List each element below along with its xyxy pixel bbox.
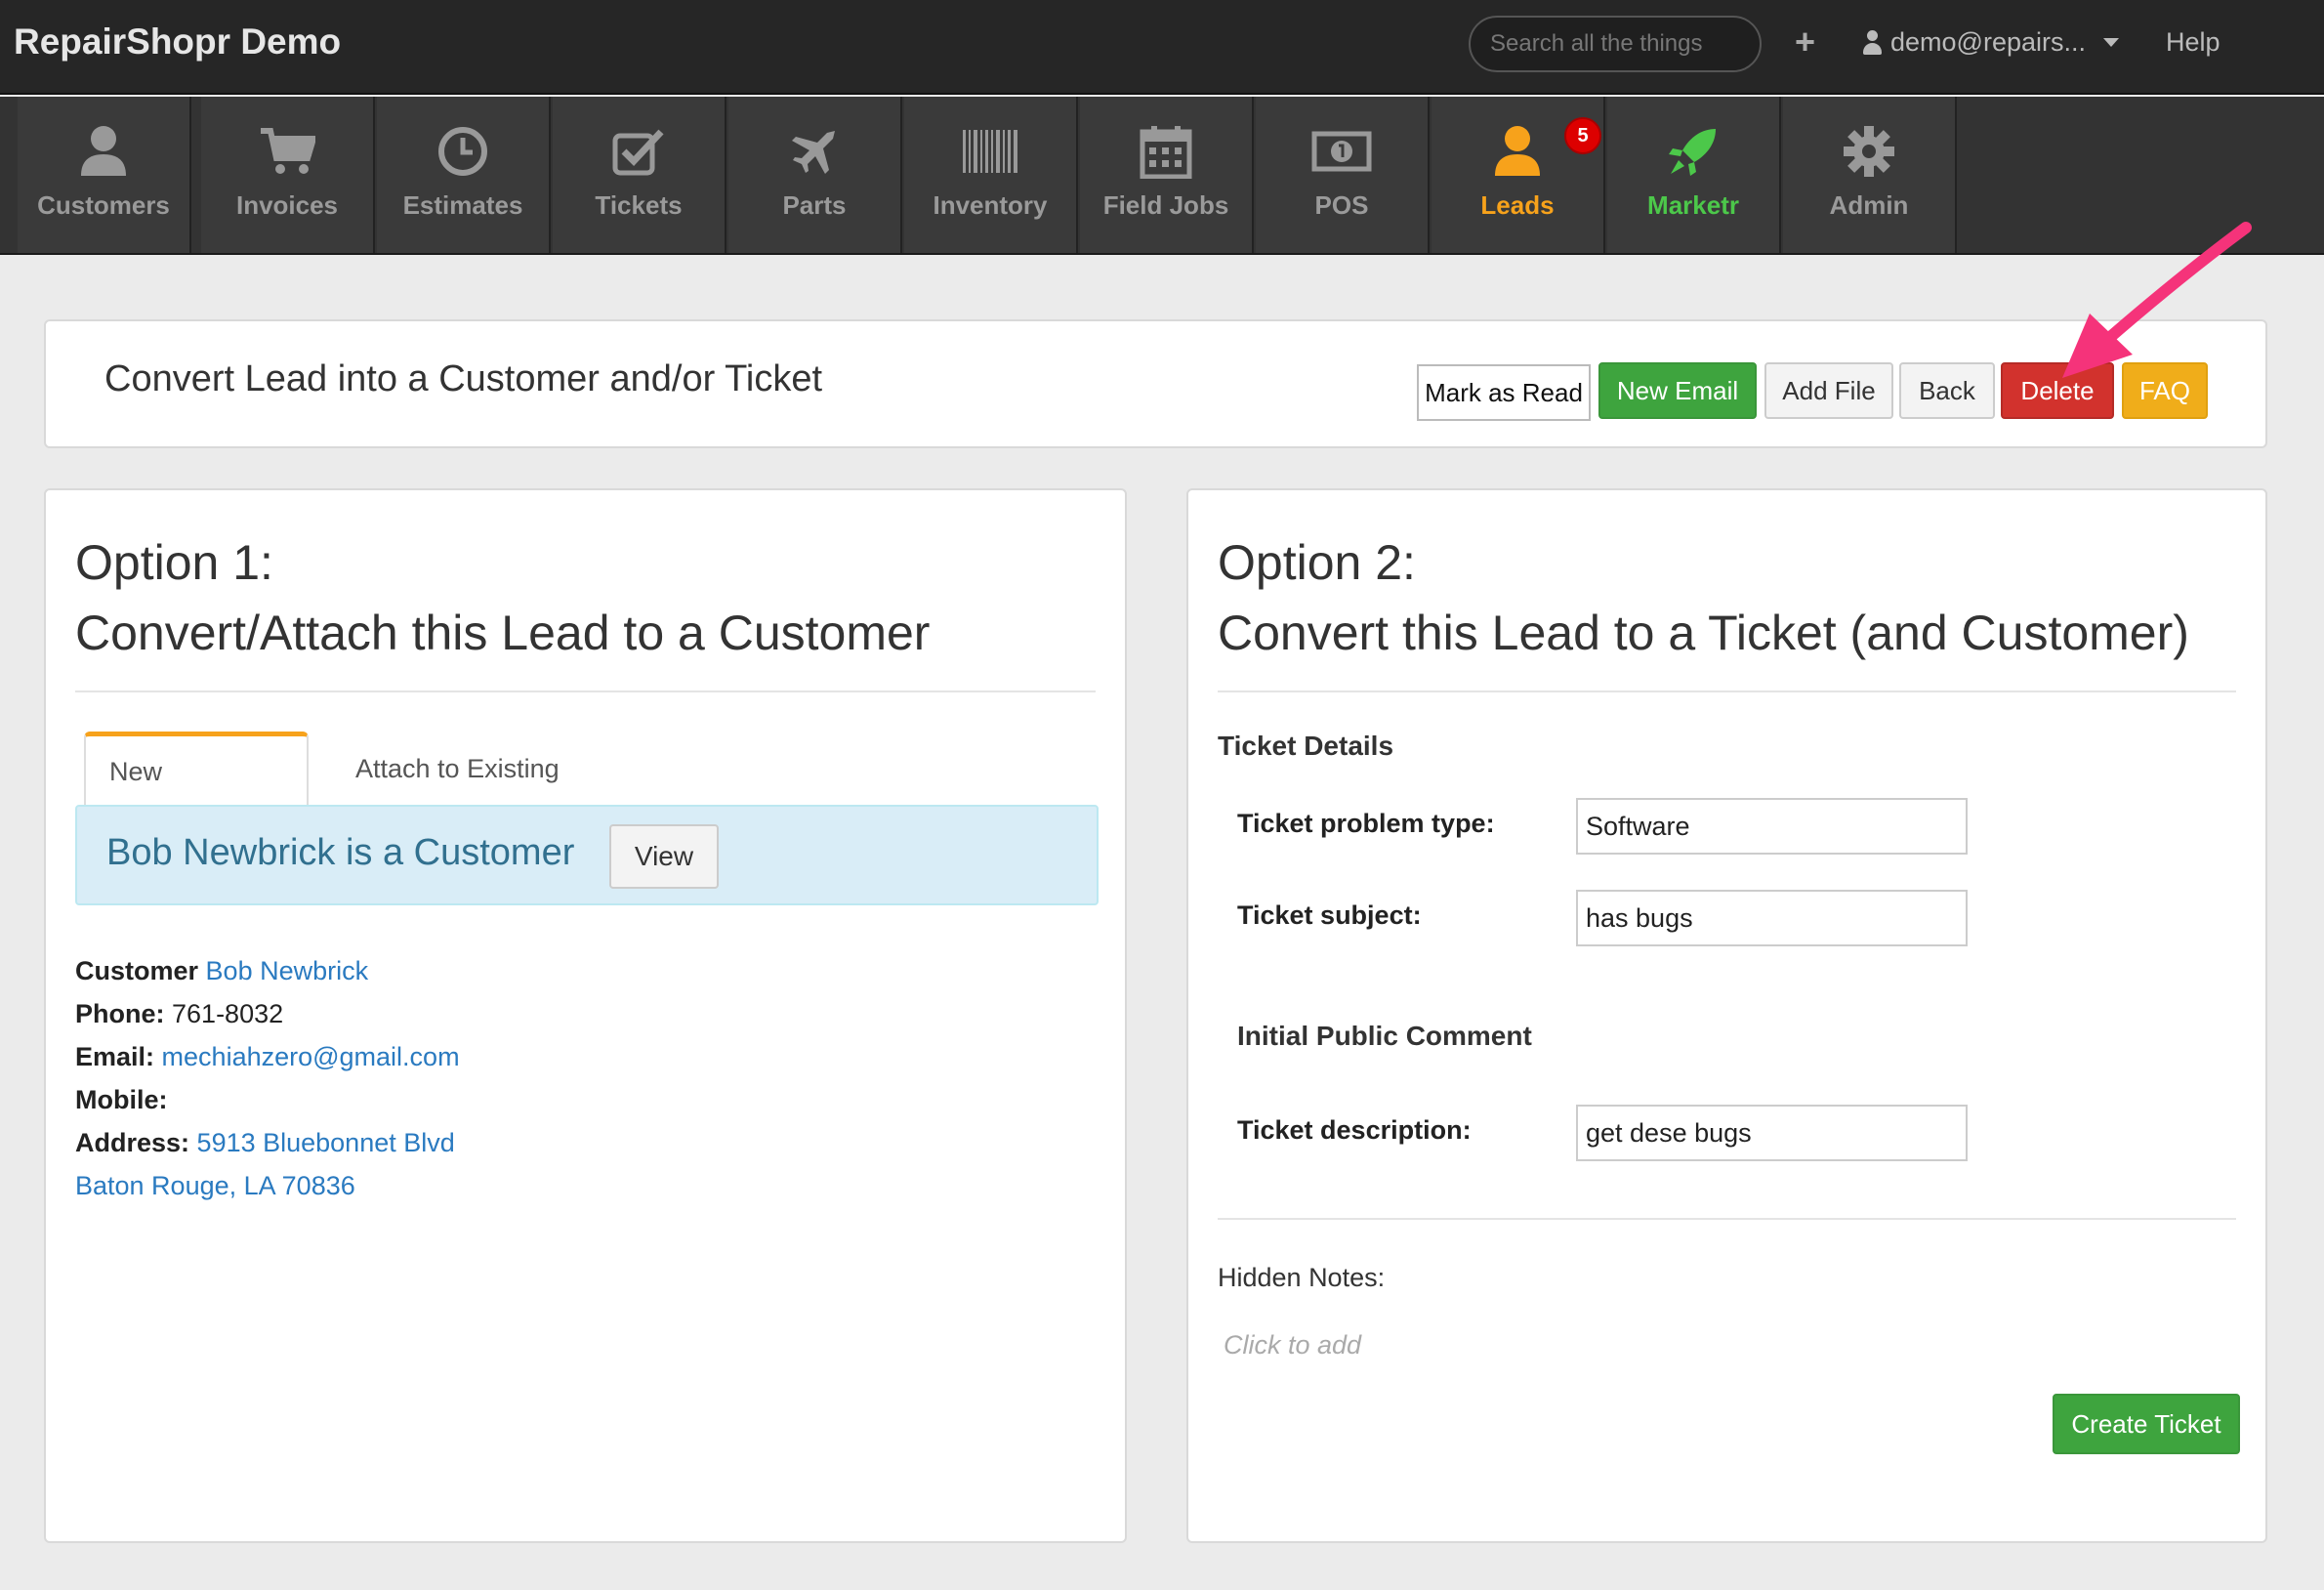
option1-title-line1: Option 1:	[75, 535, 273, 590]
nav-label: Admin	[1829, 190, 1909, 220]
subject-input[interactable]: has bugs	[1576, 890, 1968, 946]
money-icon	[1311, 131, 1372, 172]
divider	[1218, 690, 2236, 692]
address-label: Address:	[75, 1128, 190, 1157]
annotation-arrow	[2062, 222, 2252, 378]
address-line1-link[interactable]: 5913 Bluebonnet Blvd	[197, 1128, 455, 1157]
header-panel: Convert Lead into a Customer and/or Tick…	[44, 319, 2267, 448]
page-title: Convert Lead into a Customer and/or Tick…	[104, 358, 823, 399]
hidden-notes-label: Hidden Notes:	[1218, 1263, 1386, 1292]
option2-panel: Option 2: Convert this Lead to a Ticket …	[1186, 488, 2267, 1543]
nav-item-field-jobs[interactable]: Field Jobs	[1080, 97, 1254, 253]
initial-comment-heading: Initial Public Comment	[1237, 1021, 1532, 1051]
description-label: Ticket description:	[1237, 1115, 1472, 1145]
calendar-icon	[1140, 126, 1192, 179]
nav-label: Parts	[782, 190, 847, 220]
create-ticket-button[interactable]: Create Ticket	[2053, 1394, 2240, 1454]
view-button[interactable]: View	[609, 824, 719, 889]
plane-icon	[792, 131, 835, 174]
mark-as-read-button[interactable]: Mark as Read	[1417, 364, 1591, 421]
phone-label: Phone:	[75, 999, 165, 1028]
new-email-button[interactable]: New Email	[1598, 362, 1757, 419]
clock-icon	[438, 127, 487, 176]
nav-item-marketr[interactable]: Marketr	[1607, 97, 1781, 253]
option2-title: Option 2: Convert this Lead to a Ticket …	[1218, 527, 2189, 668]
nav-item-parts[interactable]: Parts	[728, 97, 902, 253]
divider	[75, 690, 1096, 692]
customer-info: Customer Bob Newbrick Phone: 761-8032 Em…	[75, 949, 460, 1207]
nav-label: Marketr	[1647, 190, 1739, 220]
nav-label: Leads	[1480, 190, 1555, 220]
user-icon	[81, 126, 126, 176]
nav-item-inventory[interactable]: Inventory	[904, 97, 1078, 253]
option1-title-line2: Convert/Attach this Lead to a Customer	[75, 606, 931, 660]
description-input[interactable]: get dese bugs	[1576, 1105, 1968, 1161]
alert-text: Bob Newbrick is a Customer	[106, 832, 575, 873]
nav-item-admin[interactable]: Admin	[1783, 97, 1957, 253]
option2-title-line2: Convert this Lead to a Ticket (and Custo…	[1218, 606, 2189, 660]
option2-title-line1: Option 2:	[1218, 535, 1416, 590]
nav-item-pos[interactable]: POS	[1256, 97, 1430, 253]
option1-title: Option 1: Convert/Attach this Lead to a …	[75, 527, 930, 668]
user-icon	[1495, 126, 1540, 176]
main-nav: Customers Invoices Estimates Tickets Par…	[0, 97, 2324, 255]
mobile-label: Mobile:	[75, 1085, 168, 1114]
add-file-button[interactable]: Add File	[1764, 362, 1893, 419]
hidden-notes-editable[interactable]: Click to add	[1224, 1330, 1361, 1360]
address-line2-link[interactable]: Baton Rouge, LA 70836	[75, 1171, 355, 1200]
nav-label: Field Jobs	[1102, 190, 1229, 220]
nav-label: POS	[1314, 190, 1369, 220]
option1-panel: Option 1: Convert/Attach this Lead to a …	[44, 488, 1127, 1543]
email-label: Email:	[75, 1042, 155, 1071]
add-icon[interactable]: +	[1795, 21, 1815, 63]
customer-label: Customer	[75, 956, 199, 985]
phone-value: 761-8032	[172, 999, 284, 1028]
customer-alert: Bob Newbrick is a Customer View	[75, 805, 1099, 905]
top-bar: RepairShopr Demo + demo@repairs... Help	[0, 0, 2324, 95]
leads-badge: 5	[1564, 117, 1601, 154]
nav-item-invoices[interactable]: Invoices	[201, 97, 375, 253]
problem-type-label: Ticket problem type:	[1237, 809, 1495, 838]
divider	[1218, 1218, 2236, 1220]
app-brand[interactable]: RepairShopr Demo	[14, 21, 341, 63]
nav-item-customers[interactable]: Customers	[18, 97, 191, 253]
rocket-icon	[1669, 129, 1716, 176]
help-link[interactable]: Help	[2166, 27, 2220, 58]
tab-attach-existing[interactable]: Attach to Existing	[332, 732, 583, 806]
nav-label: Invoices	[235, 190, 339, 220]
nav-label: Estimates	[402, 190, 523, 220]
user-label: demo@repairs...	[1890, 27, 2086, 57]
nav-item-estimates[interactable]: Estimates	[377, 97, 551, 253]
gear-icon	[1844, 126, 1894, 177]
checkbox-icon	[612, 129, 664, 176]
user-icon	[1861, 29, 1883, 56]
problem-type-input[interactable]: Software	[1576, 798, 1968, 855]
user-menu[interactable]: demo@repairs...	[1861, 27, 2119, 58]
nav-label: Tickets	[595, 190, 683, 220]
nav-label: Customers	[37, 190, 170, 220]
ticket-details-heading: Ticket Details	[1218, 731, 1394, 761]
nav-label: Inventory	[933, 190, 1048, 220]
tab-new-customer[interactable]: New Customer	[84, 732, 309, 857]
email-link[interactable]: mechiahzero@gmail.com	[162, 1042, 460, 1071]
subject-label: Ticket subject:	[1237, 900, 1422, 930]
search-input[interactable]	[1469, 16, 1762, 72]
barcode-icon	[963, 130, 1017, 173]
customer-name-link[interactable]: Bob Newbrick	[206, 956, 369, 985]
nav-item-tickets[interactable]: Tickets	[553, 97, 726, 253]
cart-icon	[261, 128, 315, 174]
back-button[interactable]: Back	[1899, 362, 1995, 419]
chevron-down-icon	[2102, 38, 2119, 47]
